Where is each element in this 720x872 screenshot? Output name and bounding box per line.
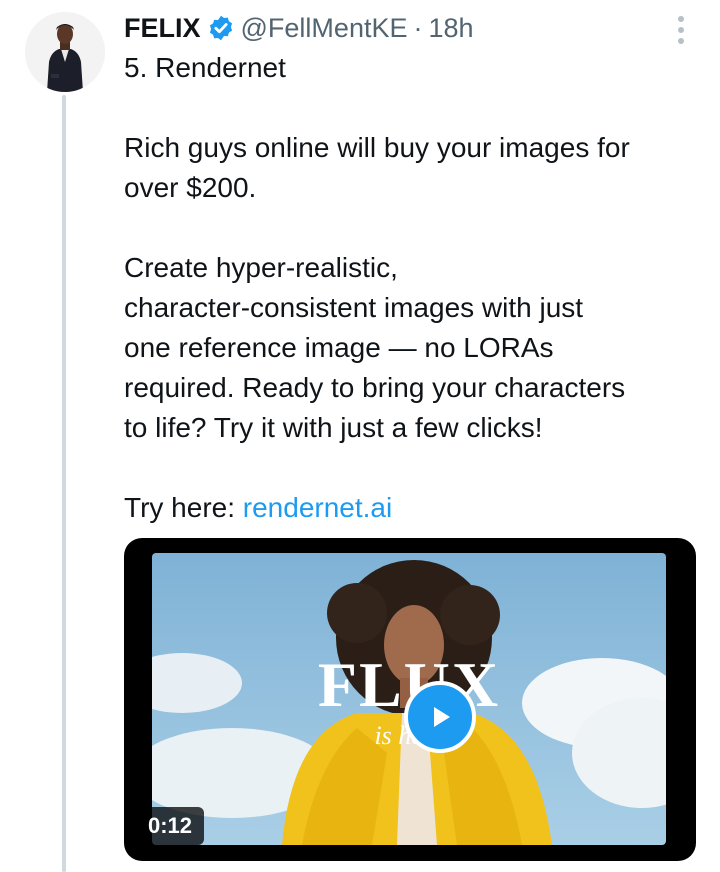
author-handle[interactable]: @FellMentKE (241, 13, 408, 44)
post-link[interactable]: rendernet.ai (243, 492, 392, 523)
more-dot (678, 38, 684, 44)
verified-badge-icon (209, 15, 232, 41)
post-text-line: over $200. (124, 172, 257, 203)
post-text-line: Create hyper-realistic, (124, 252, 398, 283)
post-timestamp[interactable]: 18h (428, 13, 473, 44)
post-header: FELIX @FellMentKE · 18h (124, 8, 474, 48)
post-text-line: character-consistent images with just (124, 292, 584, 323)
post-heading: 5. Rendernet (124, 52, 286, 83)
video-player[interactable]: FLUX is here 0:12 (124, 538, 696, 861)
post-text-line: required. Ready to bring your characters (124, 372, 626, 403)
try-here-label: Try here: (124, 492, 243, 523)
avatar-image (25, 12, 105, 92)
more-options-icon[interactable] (672, 14, 690, 46)
play-icon (434, 707, 450, 727)
post-text-line: to life? Try it with just a few clicks! (124, 412, 543, 443)
video-thumbnail[interactable]: FLUX is here (152, 553, 666, 845)
video-duration-badge: 0:12 (136, 807, 205, 845)
play-button[interactable] (404, 681, 476, 753)
post-text-line: one reference image — no LORAs (124, 332, 554, 363)
thread-line (62, 95, 66, 872)
more-dot (678, 27, 684, 33)
more-dot (678, 16, 684, 22)
avatar[interactable] (25, 12, 105, 92)
author-name[interactable]: FELIX (124, 13, 201, 44)
post-text-line: Rich guys online will buy your images fo… (124, 132, 630, 163)
try-here-line: Try here: rendernet.ai (124, 488, 392, 528)
meta-separator: · (413, 12, 423, 43)
